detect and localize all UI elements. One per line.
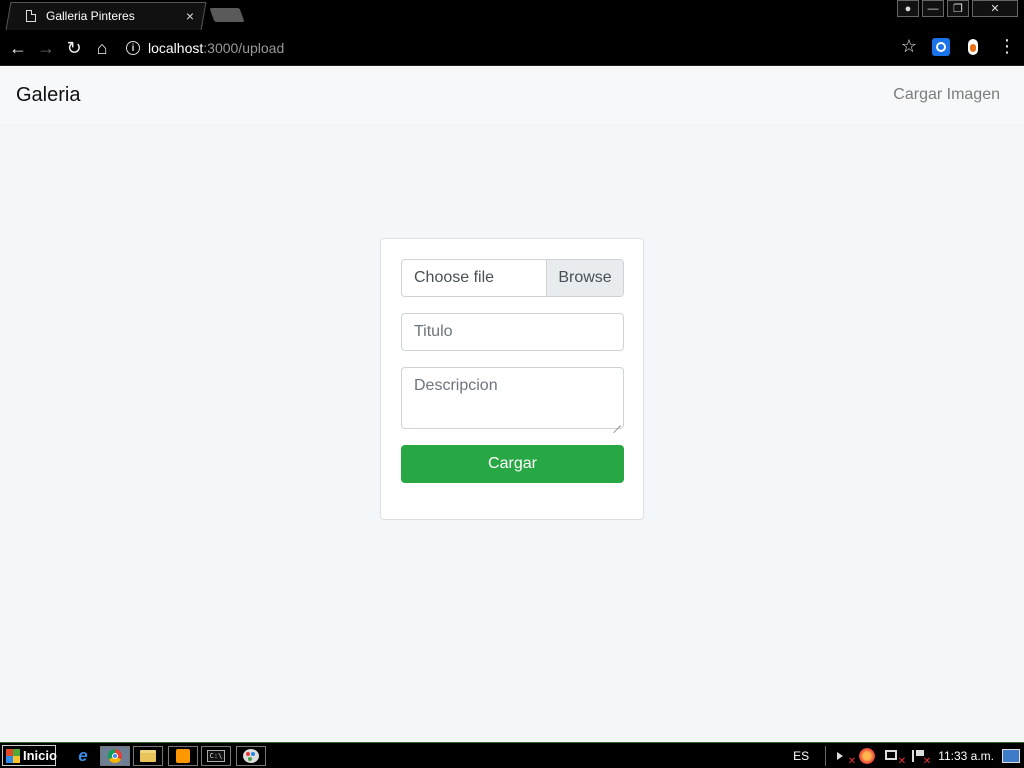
- forward-arrow-icon[interactable]: →: [34, 36, 58, 60]
- browse-button[interactable]: Browse: [546, 260, 623, 296]
- cargar-submit-button[interactable]: Cargar: [401, 445, 624, 483]
- tray-divider: [825, 746, 827, 766]
- language-indicator[interactable]: ES: [793, 749, 809, 763]
- internet-explorer-icon[interactable]: e: [68, 746, 98, 766]
- action-center-flag-icon[interactable]: ✕: [909, 748, 931, 767]
- nav-link-cargar-imagen[interactable]: Cargar Imagen: [893, 86, 1000, 104]
- back-arrow-icon[interactable]: ←: [6, 36, 30, 60]
- file-input-label: Choose file: [414, 269, 495, 286]
- reload-icon[interactable]: ↻: [62, 36, 86, 60]
- network-icon[interactable]: ✕: [884, 748, 906, 767]
- title-input[interactable]: Titulo: [401, 313, 624, 351]
- page-file-icon: [26, 10, 36, 22]
- upload-form-card: Choose file Browse Titulo Descripcion Ca…: [380, 238, 644, 520]
- resize-grip-icon[interactable]: [613, 418, 621, 426]
- navbar: Galeria Cargar Imagen: [0, 66, 1024, 126]
- close-window-button[interactable]: ✕: [972, 0, 1018, 17]
- restore-button[interactable]: ❐: [947, 0, 969, 17]
- cmd-text: C:\: [207, 750, 225, 762]
- new-tab-button[interactable]: [209, 8, 245, 22]
- taskbar: Inicio e C:\ ES ✕ ✕ ✕ 11:33 a.m.: [0, 742, 1024, 768]
- browser-tab[interactable]: Galleria Pinteres ×: [18, 2, 204, 30]
- flame-app-icon[interactable]: [859, 748, 876, 764]
- page-viewport: Galeria Cargar Imagen Choose file Browse…: [0, 66, 1024, 742]
- folder-icon[interactable]: [133, 746, 163, 766]
- brand-logo[interactable]: Galeria: [16, 84, 80, 107]
- url-host: localhost: [148, 40, 204, 56]
- chrome-icon[interactable]: [100, 746, 130, 766]
- minimize-button[interactable]: —: [922, 0, 944, 17]
- window-controls: ● — ❐ ✕: [897, 0, 1018, 17]
- description-placeholder: Descripcion: [414, 377, 498, 394]
- account-icon[interactable]: ●: [897, 0, 919, 17]
- browser-toolbar: ← → ↻ ⌂ i localhost:3000/upload ☆ ⋮: [0, 30, 1024, 66]
- cmd-icon[interactable]: C:\: [201, 746, 231, 766]
- home-icon[interactable]: ⌂: [90, 36, 114, 60]
- description-textarea[interactable]: Descripcion: [401, 367, 624, 429]
- site-info-icon[interactable]: i: [126, 41, 140, 55]
- tab-title: Galleria Pinteres: [46, 9, 135, 23]
- volume-muted-icon[interactable]: ✕: [834, 748, 856, 767]
- start-button[interactable]: Inicio: [2, 745, 57, 766]
- bookmark-star-icon[interactable]: ☆: [900, 36, 918, 56]
- browser-menu-icon[interactable]: ⋮: [998, 36, 1016, 56]
- browser-titlebar: Galleria Pinteres × ● — ❐ ✕: [0, 0, 1024, 30]
- url-path: :3000/upload: [203, 40, 285, 56]
- show-desktop-icon[interactable]: [1002, 749, 1020, 763]
- paint-icon[interactable]: [236, 746, 266, 766]
- windows-logo-icon: [6, 748, 20, 763]
- address-bar[interactable]: i localhost:3000/upload: [126, 37, 284, 59]
- blue-chat-extension-icon[interactable]: [932, 38, 950, 56]
- start-label: Inicio: [23, 748, 57, 763]
- clock[interactable]: 11:33 a.m.: [938, 749, 994, 763]
- sublime-icon[interactable]: [168, 746, 198, 766]
- system-tray: ES ✕ ✕ ✕ 11:33 a.m.: [793, 745, 1024, 767]
- orange-extension-icon[interactable]: [964, 38, 982, 56]
- file-input[interactable]: Choose file Browse: [401, 259, 624, 297]
- tab-close-icon[interactable]: ×: [182, 8, 198, 24]
